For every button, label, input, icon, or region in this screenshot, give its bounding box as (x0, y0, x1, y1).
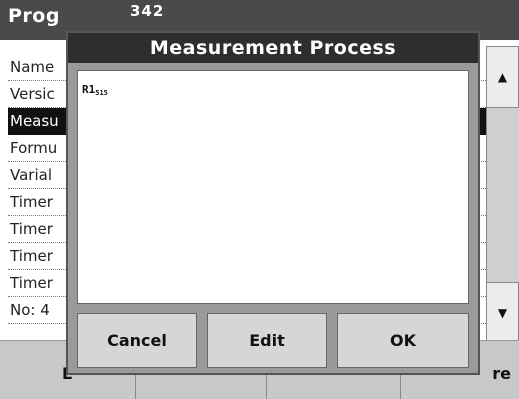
list-item: Timer (10, 220, 53, 238)
formula-text-area[interactable]: R1515 (77, 70, 469, 304)
list-item: Formu (10, 139, 58, 157)
list-item: Name (10, 58, 55, 76)
edit-button[interactable]: Edit (207, 313, 327, 368)
program-number: 342 (130, 2, 165, 20)
scroll-up-button[interactable]: ▲ (486, 46, 519, 108)
list-item: Versic (10, 85, 55, 103)
list-item: Timer (10, 193, 53, 211)
formula-subscript: 515 (95, 89, 108, 97)
dialog-title: Measurement Process (68, 33, 478, 63)
arrow-down-icon: ▼ (497, 306, 508, 320)
list-item: Varial (10, 166, 52, 184)
formula-main: R1 (82, 83, 96, 96)
program-title: Prog (8, 5, 60, 27)
ok-button[interactable]: OK (337, 313, 469, 368)
list-item: Measu (10, 112, 59, 130)
list-item: Timer (10, 247, 53, 265)
scroll-down-button[interactable]: ▼ (486, 282, 519, 344)
measurement-process-dialog: Measurement Process R1515 Cancel Edit OK (66, 31, 480, 375)
formula-text: R1515 (82, 83, 108, 97)
cancel-button[interactable]: Cancel (77, 313, 197, 368)
arrow-up-icon: ▲ (497, 70, 508, 84)
list-item: No: 4 (10, 301, 50, 319)
list-item: Timer (10, 274, 53, 292)
